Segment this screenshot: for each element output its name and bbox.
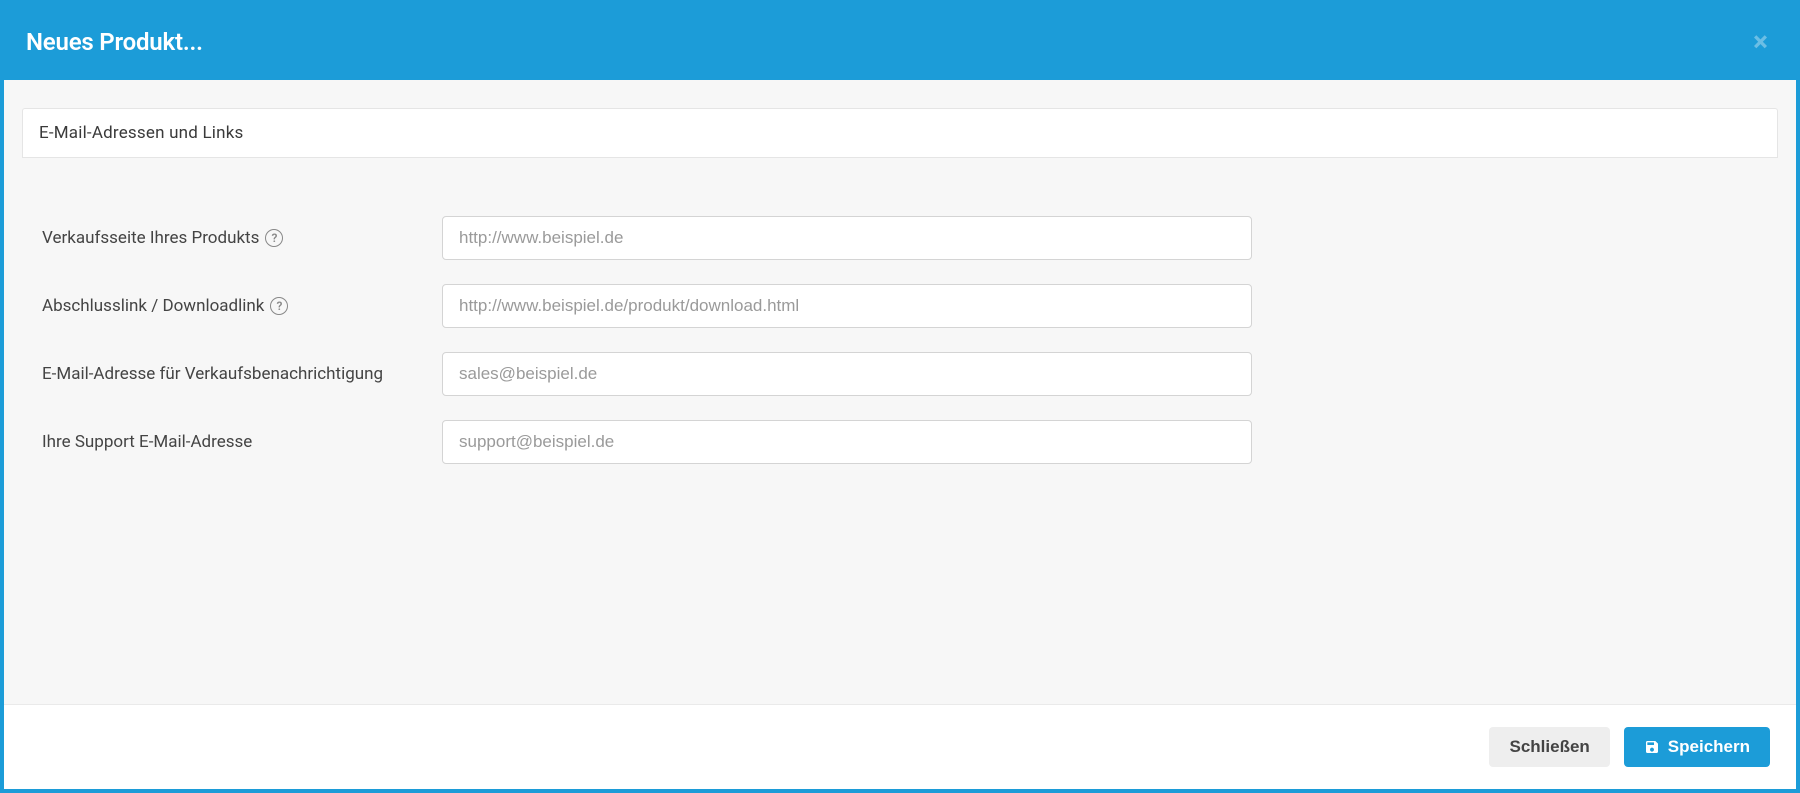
support-email-input[interactable] — [442, 420, 1252, 464]
save-button-label: Speichern — [1668, 737, 1750, 757]
form-row-sales-email: E-Mail-Adresse für Verkaufsbenachrichtig… — [42, 352, 1758, 396]
label-sales-page: Verkaufsseite Ihres Produkts ? — [42, 228, 442, 248]
sales-page-input[interactable] — [442, 216, 1252, 260]
form-area: Verkaufsseite Ihres Produkts ? Abschluss… — [22, 158, 1778, 608]
close-button[interactable]: Schließen — [1489, 727, 1609, 767]
label-download-link: Abschlusslink / Downloadlink ? — [42, 296, 442, 316]
save-icon — [1644, 739, 1660, 755]
save-button[interactable]: Speichern — [1624, 727, 1770, 767]
label-sales-email: E-Mail-Adresse für Verkaufsbenachrichtig… — [42, 364, 442, 384]
modal-body[interactable]: E-Mail-Adressen und Links Verkaufsseite … — [4, 80, 1796, 704]
label-text: E-Mail-Adresse für Verkaufsbenachrichtig… — [42, 364, 383, 384]
label-text: Abschlusslink / Downloadlink — [42, 296, 264, 316]
new-product-modal: Neues Produkt... × E-Mail-Adressen und L… — [4, 4, 1796, 789]
help-icon[interactable]: ? — [265, 229, 283, 247]
close-icon[interactable]: × — [1747, 28, 1774, 56]
form-row-download-link: Abschlusslink / Downloadlink ? — [42, 284, 1758, 328]
modal-header: Neues Produkt... × — [4, 4, 1796, 80]
form-row-sales-page: Verkaufsseite Ihres Produkts ? — [42, 216, 1758, 260]
label-support-email: Ihre Support E-Mail-Adresse — [42, 432, 442, 452]
download-link-input[interactable] — [442, 284, 1252, 328]
label-text: Verkaufsseite Ihres Produkts — [42, 228, 259, 248]
section-header-emails-links: E-Mail-Adressen und Links — [22, 108, 1778, 158]
modal-footer: Schließen Speichern — [4, 704, 1796, 789]
sales-email-input[interactable] — [442, 352, 1252, 396]
form-row-support-email: Ihre Support E-Mail-Adresse — [42, 420, 1758, 464]
label-text: Ihre Support E-Mail-Adresse — [42, 432, 252, 452]
help-icon[interactable]: ? — [270, 297, 288, 315]
modal-title: Neues Produkt... — [26, 28, 203, 56]
